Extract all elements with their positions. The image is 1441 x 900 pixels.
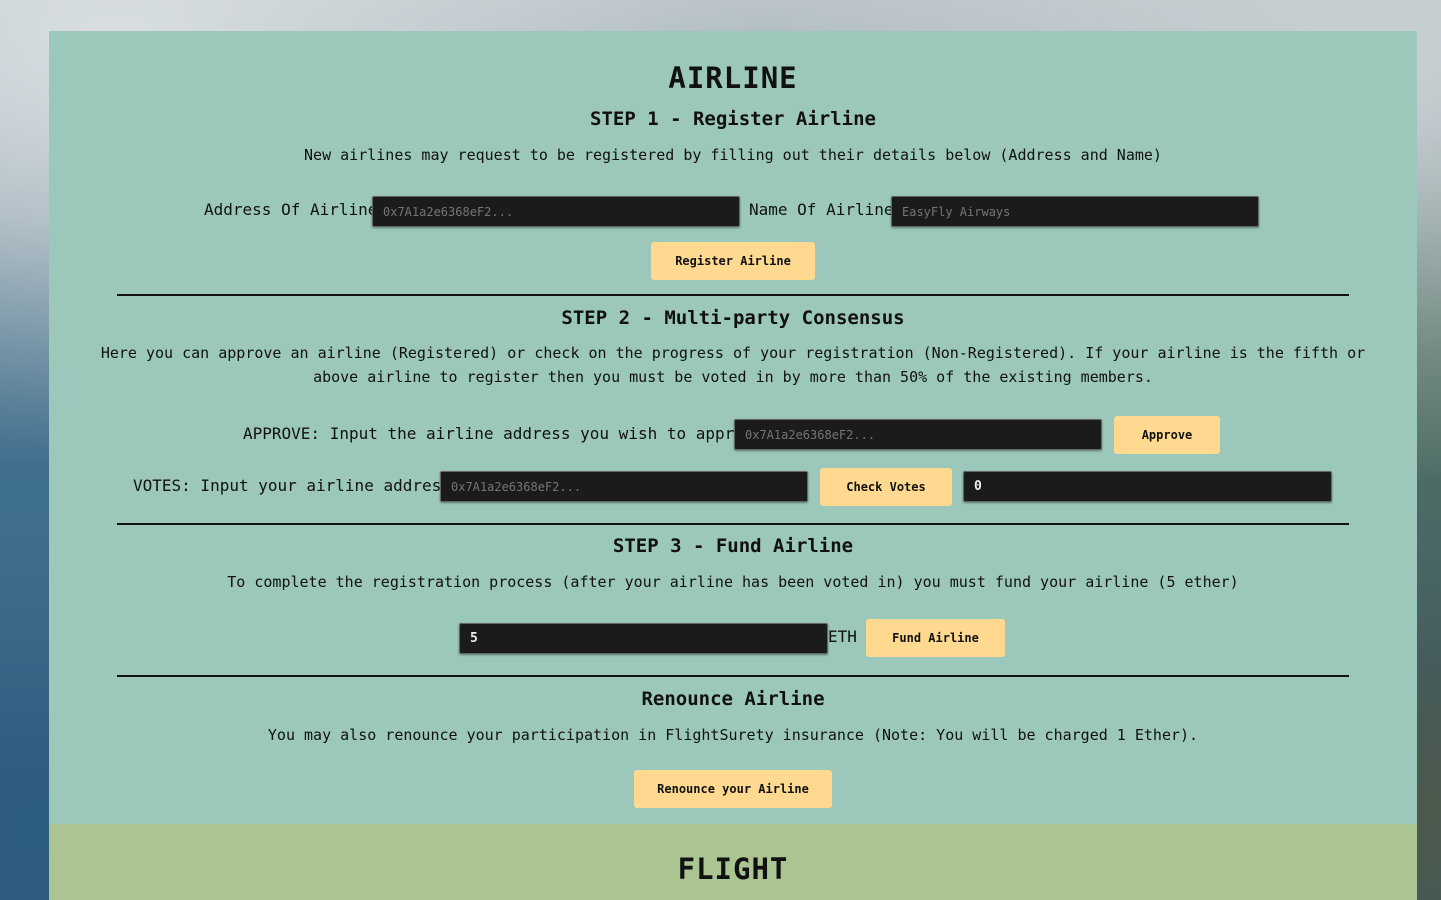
register-airline-button[interactable]: Register Airline (651, 242, 815, 280)
approve-label: APPROVE: Input the airline address you w… (243, 424, 773, 443)
renounce-heading: Renounce Airline (641, 688, 825, 710)
flight-title: FLIGHT (677, 852, 789, 886)
airline-section: AIRLINE STEP 1 - Register Airline New ai… (49, 31, 1417, 824)
airline-title: AIRLINE (668, 61, 798, 95)
name-of-airline-label: Name Of Airline (749, 200, 894, 219)
divider-3 (117, 675, 1349, 677)
step2-heading: STEP 2 - Multi-party Consensus (561, 307, 905, 329)
approve-button[interactable]: Approve (1114, 416, 1220, 454)
approve-address-input[interactable] (734, 419, 1102, 450)
step3-description: To complete the registration process (af… (227, 573, 1239, 591)
fund-airline-button[interactable]: Fund Airline (866, 619, 1005, 657)
fund-amount-input[interactable] (459, 623, 828, 654)
airline-name-input[interactable] (891, 196, 1259, 227)
flight-section: FLIGHT (49, 824, 1417, 900)
renounce-description: You may also renounce your participation… (267, 726, 1199, 744)
divider-1 (117, 294, 1349, 296)
renounce-airline-button[interactable]: Renounce your Airline (634, 770, 832, 808)
step2-description-line1: Here you can approve an airline (Registe… (100, 344, 1366, 362)
check-votes-button[interactable]: Check Votes (820, 468, 952, 506)
step3-heading: STEP 3 - Fund Airline (612, 535, 854, 557)
airline-address-input[interactable] (372, 196, 740, 227)
votes-label: VOTES: Input your airline address: (133, 476, 461, 495)
address-of-airline-label: Address Of Airline (204, 200, 378, 219)
votes-address-input[interactable] (440, 471, 808, 502)
step2-description-line2: above airline to register then you must … (313, 368, 1153, 386)
votes-result-field[interactable] (963, 471, 1332, 502)
step1-description: New airlines may request to be registere… (304, 146, 1162, 164)
divider-2 (117, 523, 1349, 525)
step1-heading: STEP 1 - Register Airline (590, 108, 876, 130)
eth-unit-label: ETH (828, 627, 857, 646)
